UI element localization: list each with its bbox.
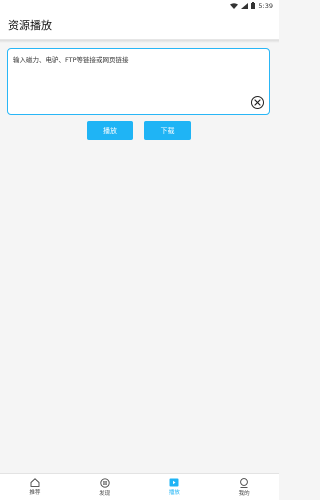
status-bar: 5:39 <box>0 0 279 11</box>
header-divider <box>0 40 279 43</box>
battery-icon <box>251 2 256 9</box>
download-button-label: 下载 <box>160 126 175 135</box>
wifi-icon <box>230 2 239 9</box>
link-input[interactable]: 输入磁力、电驴、FTP等链接或网页链接 <box>7 48 270 115</box>
tab-mine[interactable]: 我的 <box>209 474 279 500</box>
tab-play-label: 播放 <box>168 490 180 496</box>
play-icon <box>169 478 179 487</box>
bottom-tab-bar: 推荐 发现 播放 我的 <box>0 473 279 500</box>
clear-input-button[interactable] <box>251 96 264 109</box>
discover-icon <box>99 477 110 488</box>
home-icon <box>30 478 40 487</box>
close-icon <box>254 99 261 106</box>
signal-icon <box>241 2 249 9</box>
tab-recommend[interactable]: 推荐 <box>0 474 70 500</box>
tab-discover-label: 发现 <box>99 490 111 497</box>
link-input-placeholder: 输入磁力、电驴、FTP等链接或网页链接 <box>13 56 129 64</box>
app-bar: 资源播放 <box>0 11 279 40</box>
tab-mine-label: 我的 <box>238 490 250 497</box>
download-button[interactable]: 下载 <box>144 121 191 140</box>
page-title: 资源播放 <box>8 19 52 32</box>
profile-icon <box>240 477 248 488</box>
status-time: 5:39 <box>258 1 273 10</box>
tab-recommend-label: 推荐 <box>29 490 41 496</box>
play-button-label: 播放 <box>103 126 117 135</box>
tab-play[interactable]: 播放 <box>140 474 210 500</box>
play-button[interactable]: 播放 <box>87 121 133 140</box>
tab-discover[interactable]: 发现 <box>70 474 140 500</box>
